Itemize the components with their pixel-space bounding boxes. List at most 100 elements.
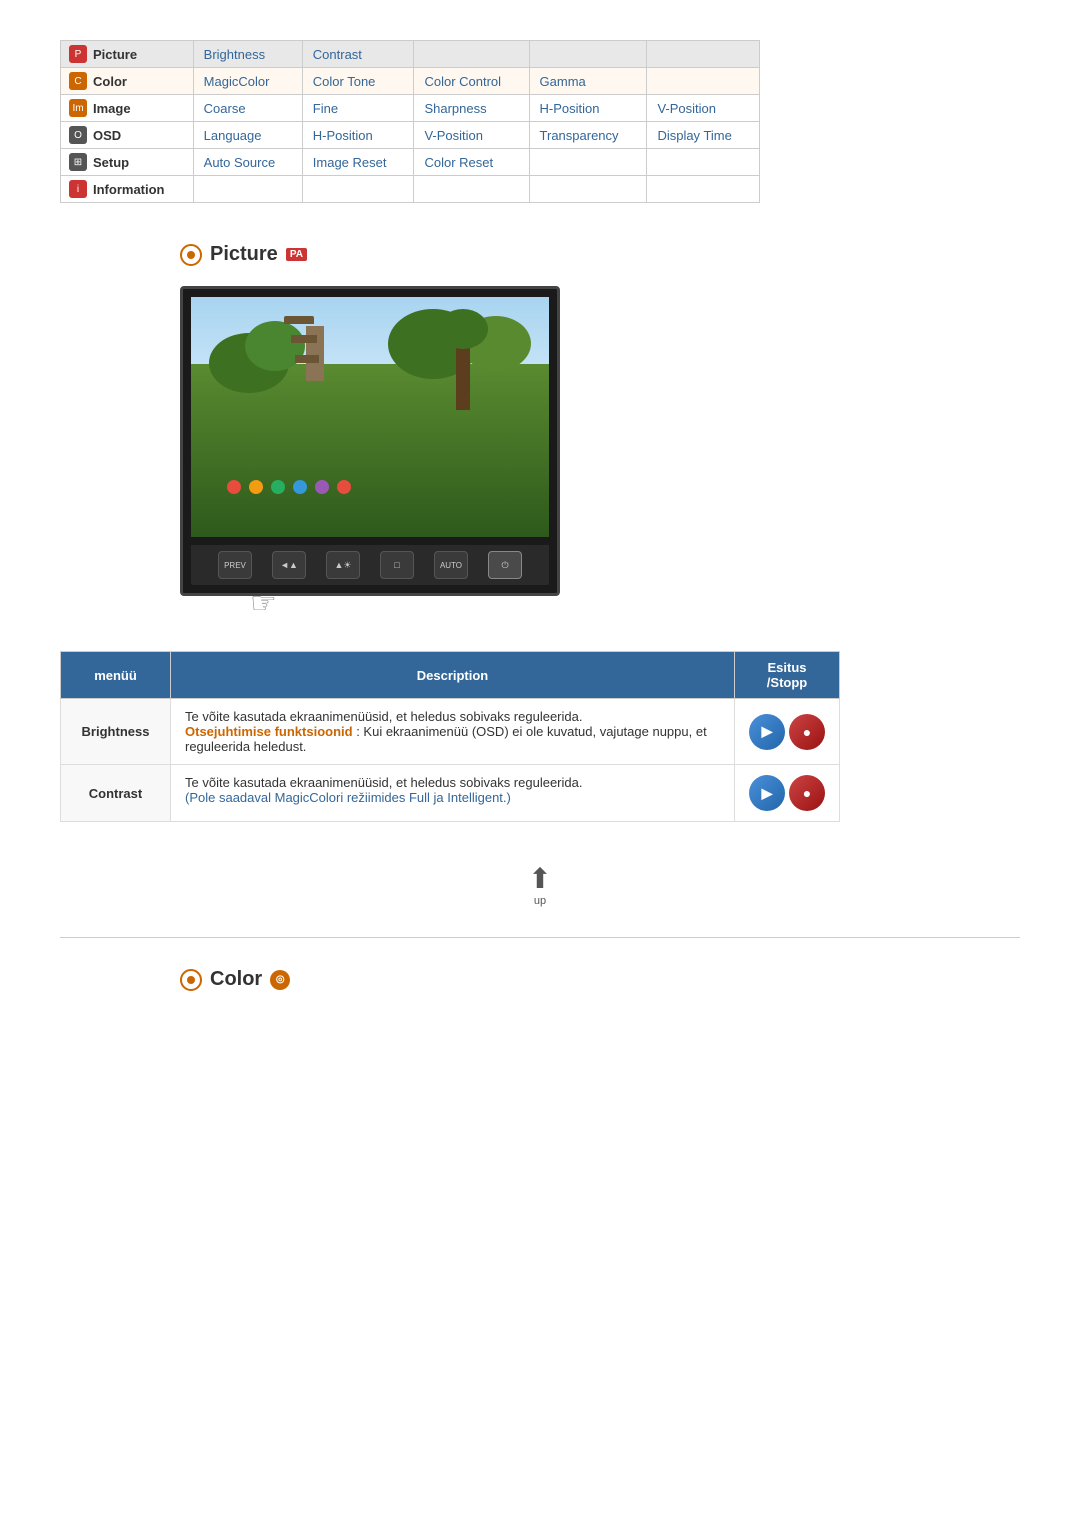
nav-label-picture: Picture [93, 47, 137, 62]
nav-item-image[interactable]: Im Image [61, 95, 193, 121]
brightness-btn-pair: ▶ ● [749, 714, 825, 750]
nav-cell-imagereset[interactable]: Image Reset [302, 149, 414, 176]
table-row-brightness: Brightness Te võite kasutada ekraanimenü… [61, 699, 840, 765]
brightness-right-btn[interactable]: ▶ [749, 714, 785, 750]
colorreset-link[interactable]: Color Reset [424, 155, 493, 170]
nav-item-information[interactable]: i Information [61, 176, 193, 202]
nav-cell-empty3 [647, 41, 760, 68]
nav-cell-fine[interactable]: Fine [302, 95, 414, 122]
up-arrow-icon: ⬆ [528, 862, 551, 895]
nav-cell-displaytime[interactable]: Display Time [647, 122, 760, 149]
contrast-desc-line1: Te võite kasutada ekraanimenüüsid, et he… [185, 775, 582, 790]
language-link[interactable]: Language [204, 128, 262, 143]
contrast-btn-pair: ▶ ● [749, 775, 825, 811]
colorcontrol-link[interactable]: Color Control [424, 74, 501, 89]
nav-cell-empty1 [414, 41, 529, 68]
osd-hposition-link[interactable]: H-Position [313, 128, 373, 143]
ctrl-sun[interactable]: ▲☀ [326, 551, 360, 579]
nav-cell-language[interactable]: Language [193, 122, 302, 149]
nav-cell-coarse[interactable]: Coarse [193, 95, 302, 122]
autosource-link[interactable]: Auto Source [204, 155, 276, 170]
nav-cell-magiccolor[interactable]: MagicColor [193, 68, 302, 95]
ctrl-menu-icon: □ [394, 560, 399, 570]
up-arrow[interactable]: ⬆ up [528, 862, 551, 907]
nav-cell-colorreset[interactable]: Color Reset [414, 149, 529, 176]
description-table: menüü Description Esitus /Stopp Brightne… [60, 651, 840, 822]
nav-cell-info3 [414, 176, 529, 203]
ctrl-prev-label: PREV [224, 561, 246, 570]
ctrl-sun-icon: ▲☀ [335, 560, 352, 571]
nav-cell-hpos[interactable]: H-Position [529, 95, 647, 122]
nav-item-color[interactable]: C Color [61, 68, 193, 94]
ctrl-power[interactable]: ⏻ [488, 551, 522, 579]
brightness-left-btn[interactable]: ● [789, 714, 825, 750]
nav-cell-colorcontrol[interactable]: Color Control [414, 68, 529, 95]
nav-cell-info4 [529, 176, 647, 203]
brightness-menu-label: Brightness [82, 724, 150, 739]
sharpness-link[interactable]: Sharpness [424, 101, 486, 116]
ctrl-menu[interactable]: □ [380, 551, 414, 579]
vposition-link[interactable]: V-Position [657, 101, 716, 116]
picture-icon: P [69, 45, 87, 63]
nav-label-color: Color [93, 74, 127, 89]
picture-title-badge: PA [286, 248, 307, 261]
screen-garden [191, 297, 549, 537]
header-description: Description [171, 652, 735, 699]
nav-cell-autosource[interactable]: Auto Source [193, 149, 302, 176]
contrast-link[interactable]: Contrast [313, 47, 362, 62]
ball-red2 [337, 480, 351, 494]
colortone-link[interactable]: Color Tone [313, 74, 376, 89]
brightness-bold-part: Otsejuhtimise funktsioonid [185, 724, 353, 739]
ctrl-brightness[interactable]: ◄▲ [272, 551, 306, 579]
fine-link[interactable]: Fine [313, 101, 338, 116]
ctrl-auto[interactable]: AUTO [434, 551, 468, 579]
nav-cell-empty4 [647, 68, 760, 95]
coarse-link[interactable]: Coarse [204, 101, 246, 116]
monitor-container: PREV ◄▲ ▲☀ □ AUTO ⏻ ☞ [180, 286, 1020, 621]
nav-cell-colortone[interactable]: Color Tone [302, 68, 414, 95]
nav-cell-info1 [193, 176, 302, 203]
nav-cell-vpos[interactable]: V-Position [647, 95, 760, 122]
imagereset-link[interactable]: Image Reset [313, 155, 387, 170]
nav-item-osd[interactable]: O OSD [61, 122, 193, 148]
nav-cell-contrast[interactable]: Contrast [302, 41, 414, 68]
power-icon: ⏻ [501, 560, 508, 571]
nav-cell-osd-vpos[interactable]: V-Position [414, 122, 529, 149]
ball-blue [293, 480, 307, 494]
nav-cell-brightness[interactable]: Brightness [193, 41, 302, 68]
displaytime-link[interactable]: Display Time [657, 128, 731, 143]
btn-cell-brightness: ▶ ● [735, 699, 840, 765]
nav-cell-info5 [647, 176, 760, 203]
contrast-left-btn[interactable]: ● [789, 775, 825, 811]
gamma-link[interactable]: Gamma [540, 74, 586, 89]
transparency-link[interactable]: Transparency [540, 128, 619, 143]
hposition-link[interactable]: H-Position [540, 101, 600, 116]
description-section: menüü Description Esitus /Stopp Brightne… [60, 651, 1020, 822]
contrast-menu-label: Contrast [89, 786, 142, 801]
monitor-screen [191, 297, 549, 537]
nav-item-picture[interactable]: P Picture [61, 41, 193, 67]
colored-balls [227, 480, 351, 494]
magiccolor-link[interactable]: MagicColor [204, 74, 270, 89]
color-section-title: Color ◎ [180, 968, 1020, 991]
nav-cell-transparency[interactable]: Transparency [529, 122, 647, 149]
nav-label-image: Image [93, 101, 131, 116]
ctrl-prev[interactable]: PREV [218, 551, 252, 579]
color-badge: ◎ [270, 970, 290, 990]
btn-cell-contrast: ▶ ● [735, 765, 840, 822]
nav-item-setup[interactable]: ⊞ Setup [61, 149, 193, 175]
nav-cell-osd-hpos[interactable]: H-Position [302, 122, 414, 149]
nav-cell-gamma[interactable]: Gamma [529, 68, 647, 95]
up-arrow-container: ⬆ up [60, 862, 1020, 907]
nav-cell-sharpness[interactable]: Sharpness [414, 95, 529, 122]
nav-cell-empty5 [529, 149, 647, 176]
contrast-right-btn[interactable]: ▶ [749, 775, 785, 811]
table-row-contrast: Contrast Te võite kasutada ekraanimenüüs… [61, 765, 840, 822]
monitor-controls: PREV ◄▲ ▲☀ □ AUTO ⏻ [191, 545, 549, 585]
nav-cell-empty2 [529, 41, 647, 68]
osd-vposition-link[interactable]: V-Position [424, 128, 483, 143]
brightness-link[interactable]: Brightness [204, 47, 265, 62]
color-title-icon [180, 969, 202, 991]
picture-title-text: Picture [210, 243, 278, 266]
ball-orange [249, 480, 263, 494]
